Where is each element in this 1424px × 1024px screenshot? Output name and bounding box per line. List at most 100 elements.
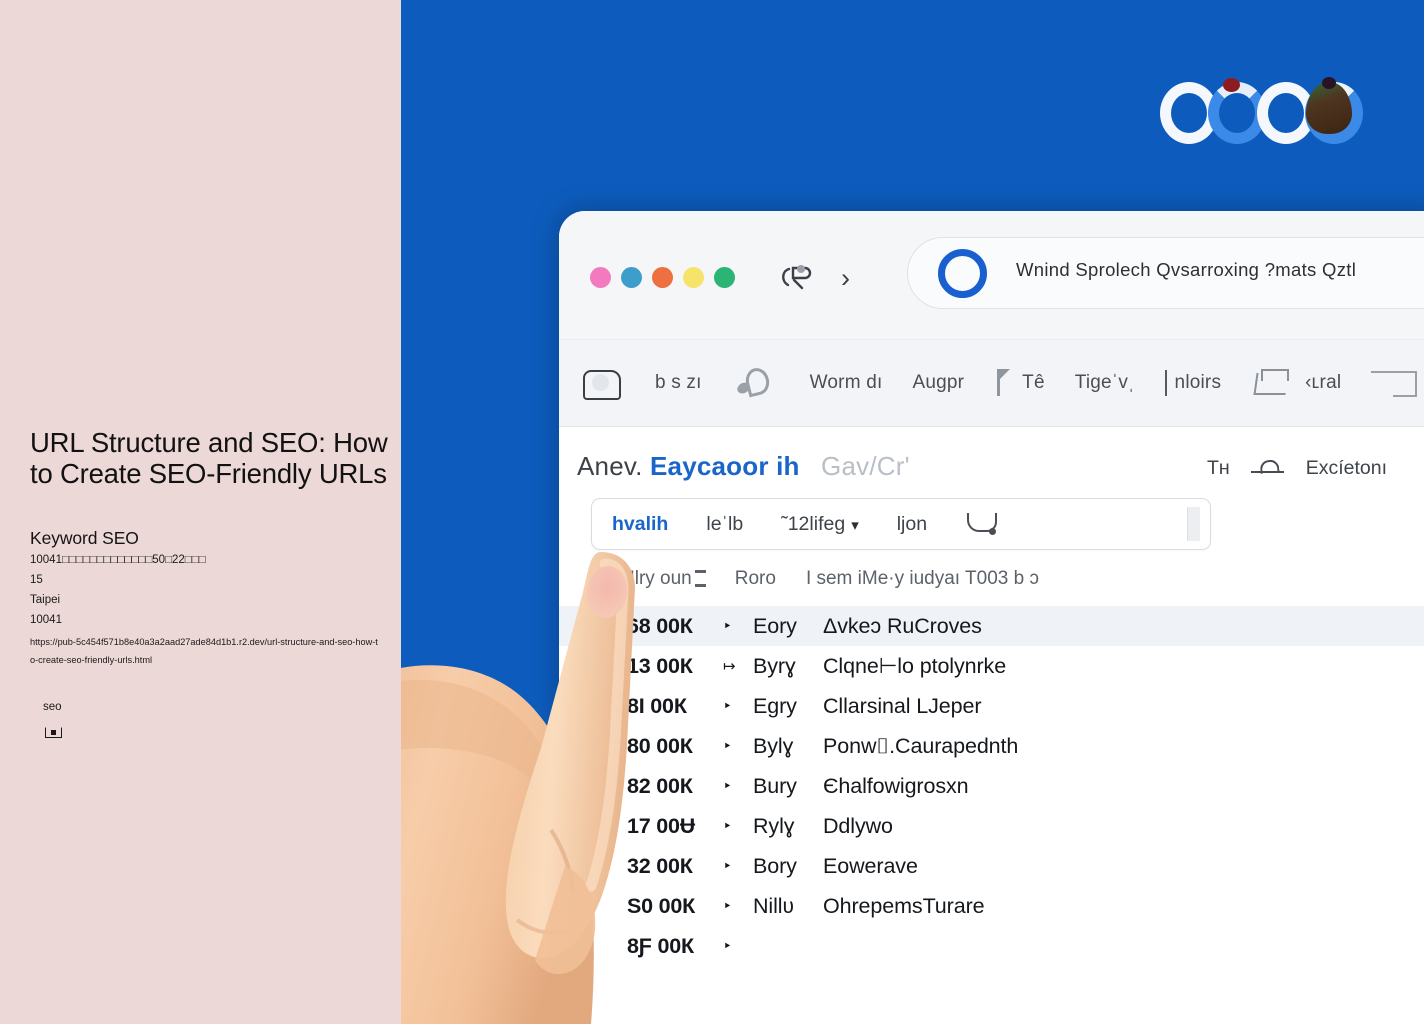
table-row[interactable]: 17 00Ʉ ‣ Rylɣ Ddlywo (559, 806, 1424, 846)
tab-augpr[interactable]: Augpr (912, 372, 964, 394)
trend-icon: ‣ (723, 898, 732, 915)
meta-number: 15 (30, 574, 43, 586)
col-volume-label: Hlry oun (621, 568, 692, 589)
row-term: Clqne⊢lo ptolynrke (823, 653, 1007, 678)
row-kd: Nillʋ (753, 893, 795, 918)
flag-icon[interactable] (994, 367, 1014, 399)
col-roro[interactable]: Roro (735, 568, 776, 590)
row-volume: S0 00К (627, 893, 696, 918)
row-volume: 68 00К (627, 613, 693, 638)
trend-icon: ‣ (723, 778, 732, 795)
table-row[interactable]: 82 00К ‣ Bury Єhalfowigrosxn (559, 766, 1424, 806)
page-title: URL Structure and SEO: How to Create SEO… (30, 427, 388, 489)
logo-red-dot-icon (1223, 78, 1240, 92)
trend-icon: ‣ (723, 818, 732, 835)
browser-toolbar: b s zı Worm dı Augpr Tê Tigeˈvˌ nloirs ‹… (559, 340, 1424, 427)
tab-kural[interactable]: ‹ʟral (1305, 372, 1341, 394)
window-controls[interactable] (590, 267, 735, 288)
row-kd: Bury (753, 773, 797, 798)
col-volume[interactable]: Hlry oun (621, 568, 706, 590)
meta-city: Taipei (30, 594, 61, 606)
article-subtitle: Keyword SEO (30, 528, 139, 548)
camera-icon[interactable] (577, 364, 625, 402)
trend-icon: ‣ (723, 618, 732, 635)
table-row[interactable]: 80 00К ‣ Bylɣ Ponw⌷.Caurapednth (559, 726, 1424, 766)
table-row[interactable]: 32 00К ‣ Bory Eowerave (559, 846, 1424, 886)
footprint-icon[interactable] (732, 364, 780, 402)
row-term: OhrepemsTurare (823, 893, 985, 918)
meta-postcode: 10041 (30, 614, 62, 626)
screenshot-root: URL Structure and SEO: How to Create SEO… (0, 0, 1424, 1024)
row-kd: Bylɣ (753, 733, 794, 758)
row-term: Eowerave (823, 853, 918, 878)
tool-excieton[interactable]: Excíetonı (1306, 457, 1387, 480)
meta-address: 10041□□□□□□□□□□□□□50□22□□□ (30, 554, 206, 566)
address-bar-text[interactable]: Wnind Sprolech Qvsarroxing ?mats Qztl (1016, 259, 1356, 281)
tab-nloirs[interactable]: nloirs (1175, 372, 1222, 394)
row-volume: 82 00К (627, 773, 693, 798)
col-keyword[interactable]: I sem iMe·y iudyaı T003 b ɔ (806, 568, 1039, 590)
row-term: Δvkeɔ RuCroves (823, 613, 982, 638)
table-row[interactable]: 8Ƒ 00К ‣ (559, 926, 1424, 966)
row-kd: Byrɣ (753, 653, 796, 678)
row-volume: 17 00Ʉ (627, 813, 696, 838)
layout-icon[interactable] (1371, 367, 1423, 399)
browser-chrome-bar: › Wnind Sprolech Qvsarroxing ?mats Qztl (559, 211, 1424, 340)
row-volume: 32 00К (627, 853, 693, 878)
row-kd: Eory (753, 613, 797, 638)
row-kd: Egry (753, 693, 797, 718)
row-term: Ddlywo (823, 813, 893, 838)
brand-logo (1160, 76, 1365, 152)
export-icon[interactable] (1250, 456, 1286, 480)
dot-orange[interactable] (652, 267, 673, 288)
search-ring-icon (938, 249, 987, 298)
row-kd: Rylɣ (753, 813, 795, 838)
tool-tk[interactable]: Tʜ (1207, 457, 1230, 480)
trend-icon: ‣ (723, 938, 732, 955)
row-term: Cllarsinal LJeper (823, 693, 982, 718)
tag-label-seo[interactable]: seo (43, 701, 62, 713)
chevron-down-icon: ▾ (851, 516, 859, 534)
toolbar-divider (1164, 370, 1167, 396)
forward-icon[interactable]: › (841, 263, 867, 293)
tab-te[interactable]: Tê (1022, 372, 1045, 394)
filter-ljon[interactable]: ljon (897, 513, 927, 536)
row-volume: 8Ƒ 00К (627, 933, 694, 958)
filter-12lifeg[interactable]: ˜12lifeg ▾ (781, 513, 859, 536)
dot-pink[interactable] (590, 267, 611, 288)
blue-stage: › Wnind Sprolech Qvsarroxing ?mats Qztl … (401, 0, 1424, 1024)
filter-bar[interactable]: hvalih leˈlb ˜12lifeg ▾ ljon (591, 498, 1211, 550)
address-bar[interactable]: Wnind Sprolech Qvsarroxing ?mats Qztl (907, 237, 1424, 309)
heading-part-gray: Gav/Crʹ (821, 451, 910, 481)
dot-green[interactable] (714, 267, 735, 288)
table-row[interactable]: 8I 00К ‣ Egry Cllarsinal LJeper (559, 686, 1424, 726)
table-row[interactable]: 68 00К ‣ Eory Δvkeɔ RuCroves (559, 606, 1424, 646)
tab-wormdi[interactable]: Worm dı (810, 372, 883, 394)
row-term: Єhalfowigrosxn (823, 773, 969, 798)
filter-hvalih[interactable]: hvalih (612, 513, 668, 536)
dot-yellow[interactable] (683, 267, 704, 288)
right-tool-group: Tʜ Excíetonı (1207, 443, 1387, 493)
row-term: Ponw⌷.Caurapednth (823, 733, 1019, 758)
tab-tigerv[interactable]: Tigeˈvˌ (1075, 372, 1135, 394)
table-row[interactable]: 13 00К ↦ Byrɣ Clqne⊢lo ptolynrke (559, 646, 1424, 686)
row-volume: 8I 00К (627, 693, 687, 718)
back-icon[interactable] (777, 263, 815, 293)
article-url[interactable]: https://pub-5c454f571b8e40a3a2aad27ade84… (30, 634, 380, 670)
row-volume: 80 00К (627, 733, 693, 758)
table-column-headers: Hlry oun Roro I sem iMe·y iudyaı T003 b … (621, 568, 1424, 590)
magnet-icon[interactable] (965, 509, 1005, 539)
trend-icon: ‣ (723, 738, 732, 755)
dot-blue[interactable] (621, 267, 642, 288)
trend-icon: ‣ (723, 858, 732, 875)
tab-bszi[interactable]: b s zı (655, 372, 702, 394)
trend-icon: ↦ (723, 658, 736, 675)
browser-content: Anev. Eaycaoor ih Gav/Crʹ hvalih leˈlb ˜… (559, 427, 1424, 1024)
filter-bar-scroll-edge[interactable] (1187, 507, 1200, 541)
browser-window: › Wnind Sprolech Qvsarroxing ?mats Qztl … (559, 211, 1424, 1024)
chart-icon[interactable] (1251, 366, 1295, 400)
trend-icon: ‣ (723, 698, 732, 715)
table-row[interactable]: S0 00К ‣ Nillʋ OhrepemsTurare (559, 886, 1424, 926)
sort-icon[interactable] (694, 569, 706, 587)
filter-lelb[interactable]: leˈlb (706, 513, 743, 536)
